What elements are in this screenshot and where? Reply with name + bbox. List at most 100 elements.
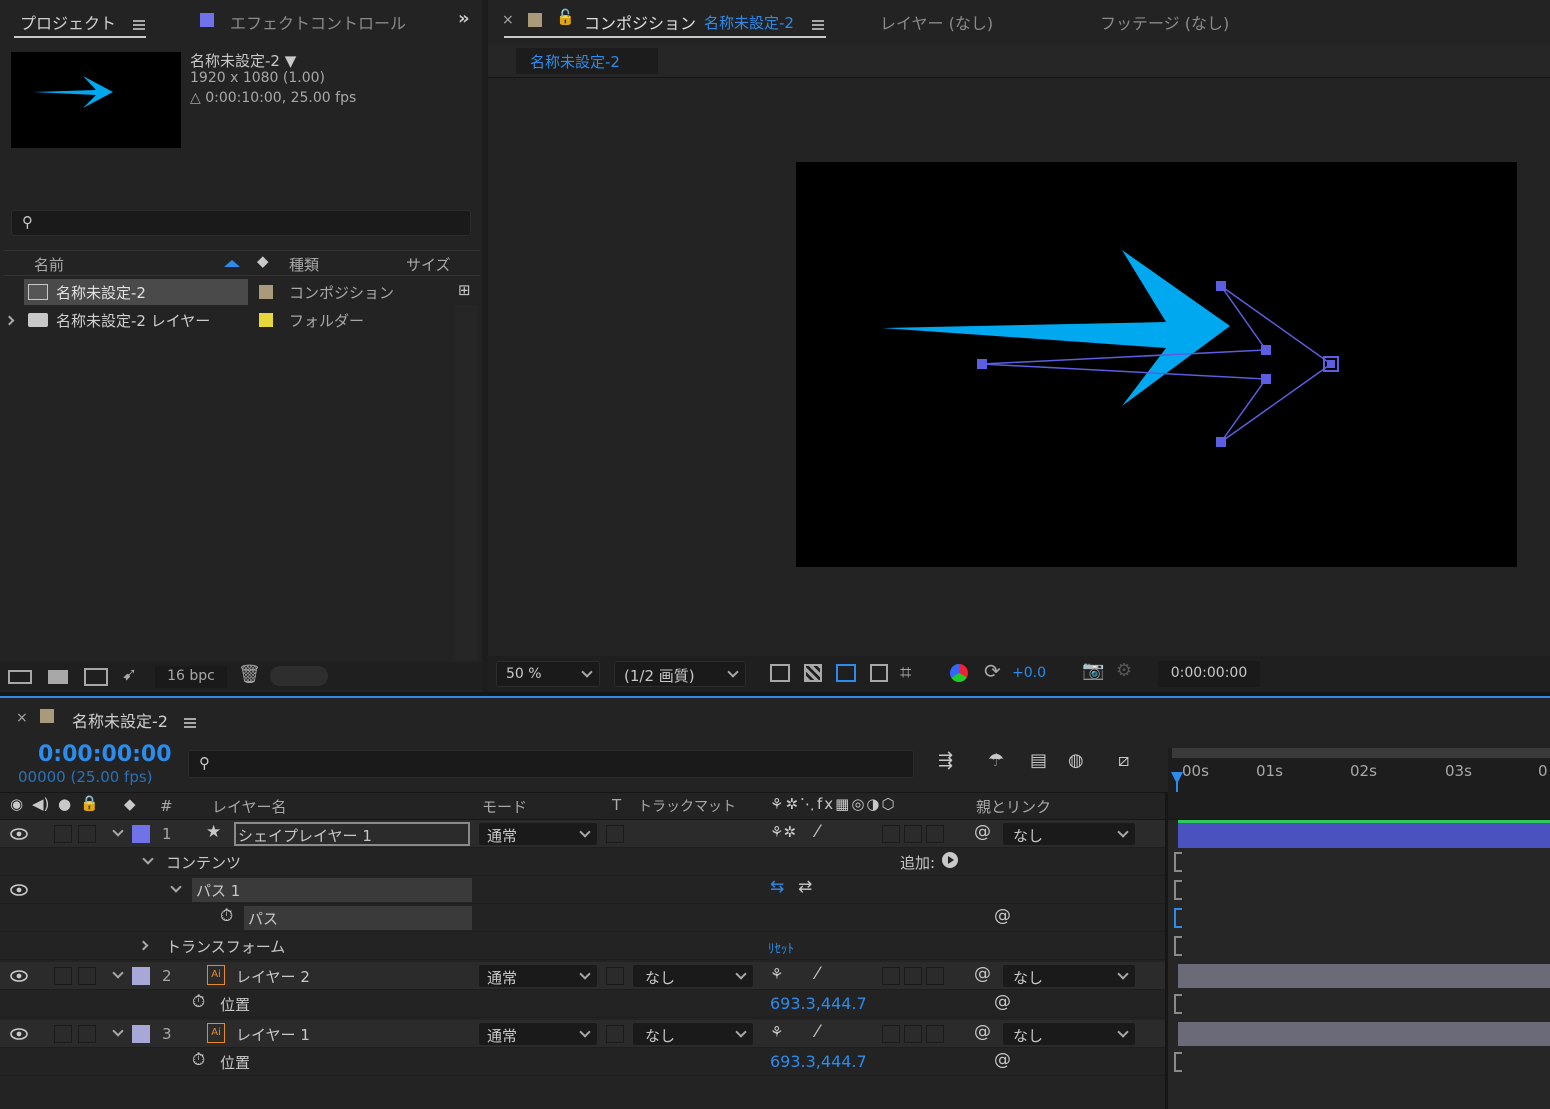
layer-row-2[interactable]: 2 Ai レイヤー 2 通常 なし ⚘ ⁄ @ なし (0, 962, 1165, 990)
motion-blur-icon[interactable]: ◍ (1068, 750, 1084, 771)
position-value[interactable]: 693.3,444.7 (770, 994, 867, 1013)
col-layer-name[interactable]: レイヤー名 (212, 796, 287, 817)
layer-label-color[interactable] (132, 825, 150, 843)
expand-chevron-icon[interactable] (112, 967, 124, 979)
transform-row[interactable]: トランスフォーム ﾘｾｯﾄ (0, 932, 1165, 960)
solo-icon[interactable]: ● (58, 795, 71, 813)
pickwhip-icon[interactable]: @ (994, 1050, 1011, 1070)
project-menu-icon[interactable] (133, 20, 145, 30)
audio-icon[interactable]: ◀) (32, 795, 49, 813)
interpret-footage-icon[interactable] (8, 670, 32, 684)
pickwhip-icon[interactable]: @ (994, 992, 1011, 1012)
frame-blending-icon[interactable]: ▤ (1030, 750, 1047, 771)
shape-arrow-graphic[interactable] (796, 162, 1517, 567)
fast-preview-icon[interactable] (770, 664, 790, 682)
shy-switch-icon[interactable]: ⚘ (770, 965, 783, 983)
fx-switch[interactable] (882, 825, 900, 843)
quality-switch-icon[interactable]: ⁄ (816, 1022, 819, 1042)
solo-toggle[interactable] (54, 1025, 72, 1043)
shy-switch-icon[interactable]: ⚘✲ (770, 823, 796, 841)
col-type[interactable]: 種類 (289, 254, 319, 275)
eye-icon[interactable] (10, 828, 28, 840)
expand-chevron-icon[interactable] (112, 1025, 124, 1037)
tab-footage[interactable]: フッテージ (なし) (1100, 10, 1229, 34)
frame-blend-switch[interactable] (904, 967, 922, 985)
video-visibility-icon[interactable]: ◉ (10, 795, 23, 813)
exposure-value[interactable]: +0.0 (1012, 665, 1046, 681)
stopwatch-icon[interactable]: ⏱ (192, 992, 205, 1012)
col-name[interactable]: 名前 (34, 254, 64, 275)
channel-icon[interactable] (950, 664, 968, 682)
motion-blur-switch[interactable] (926, 825, 944, 843)
eye-icon[interactable] (10, 970, 28, 982)
exposure-reset-icon[interactable]: ⟳ (984, 659, 1001, 683)
solo-toggle[interactable] (54, 967, 72, 985)
project-item-comp[interactable]: 名称未設定-2 コンポジション ⊞ (4, 279, 480, 305)
flowchart-icon[interactable]: ⊞ (458, 281, 471, 299)
frame-blend-switch[interactable] (904, 1025, 922, 1043)
expand-chevron-icon[interactable] (112, 825, 124, 837)
region-of-interest-icon[interactable] (870, 664, 888, 682)
current-timecode[interactable]: 0:00:00:00 (38, 742, 172, 767)
path1-label[interactable]: パス 1 (192, 878, 472, 902)
project-search-input[interactable]: ⚲ (11, 210, 471, 236)
lock-toggle[interactable] (78, 967, 96, 985)
timeline-menu-icon[interactable] (184, 718, 196, 728)
layer-2-duration-bar[interactable] (1178, 964, 1550, 988)
motion-blur-switch[interactable] (926, 1025, 944, 1043)
layer-name-field[interactable]: シェイプレイヤー 1 (234, 822, 470, 846)
add-menu-icon[interactable] (942, 852, 958, 868)
transparency-grid-icon[interactable] (804, 664, 822, 682)
render-icon[interactable]: ➹ (122, 664, 137, 685)
project-list-scrollbar[interactable] (455, 305, 477, 660)
graph-editor-icon[interactable]: ⧄ (1118, 750, 1129, 771)
lock-toggle[interactable] (78, 1025, 96, 1043)
pickwhip-icon[interactable]: @ (994, 906, 1011, 926)
pickwhip-icon[interactable]: @ (974, 822, 991, 842)
work-area-bar[interactable] (1172, 748, 1550, 758)
expand-chevron-icon[interactable] (138, 940, 149, 951)
panel-overflow-icon[interactable]: » (458, 8, 470, 29)
zoom-dropdown[interactable]: 50 % (496, 661, 600, 687)
transform-reset-link[interactable]: ﾘｾｯﾄ (768, 938, 794, 957)
new-comp-icon[interactable] (84, 668, 108, 686)
mode-dropdown[interactable]: 通常 (478, 964, 598, 988)
layer-name[interactable]: レイヤー 2 (236, 966, 310, 987)
snapshot-camera-icon[interactable]: 📷 (1082, 660, 1104, 681)
tab-effects-controls[interactable]: エフェクトコントロール (230, 10, 422, 34)
path-label[interactable]: パス (244, 906, 472, 930)
position-value[interactable]: 693.3,444.7 (770, 1052, 867, 1071)
project-item-folder[interactable]: 名称未設定-2 レイヤー フォルダー (4, 307, 480, 333)
fx-switch[interactable] (882, 1025, 900, 1043)
quality-switch-icon[interactable]: ⁄ (816, 822, 819, 842)
stopwatch-icon[interactable]: ⏱ (192, 1050, 205, 1070)
comp-name[interactable]: 名称未設定-2 ▼ (190, 50, 296, 71)
tab-comp-name[interactable]: 名称未設定-2 (704, 12, 794, 33)
timeline-splitter[interactable] (1165, 792, 1168, 1109)
close-icon[interactable]: × (16, 710, 28, 726)
layer-3-position-row[interactable]: ⏱ 位置 693.3,444.7 @ (0, 1048, 1165, 1076)
time-ruler[interactable]: 00s 01s 02s 03s 0 (1168, 748, 1550, 792)
expand-chevron-icon[interactable] (170, 881, 182, 893)
comp-flowchart-icon[interactable]: ⇶ (938, 750, 953, 771)
mode-dropdown[interactable]: 通常 (478, 1022, 598, 1046)
comp-canvas[interactable] (796, 162, 1517, 567)
trash-icon[interactable]: 🗑 (238, 664, 261, 685)
path-direction-reverse-icon[interactable]: ⇄ (798, 877, 812, 897)
lock-toggle[interactable] (78, 825, 96, 843)
preserve-transparency-toggle[interactable] (606, 967, 624, 985)
parent-dropdown[interactable]: なし (1002, 964, 1136, 988)
new-folder-icon[interactable] (48, 670, 68, 684)
trackmatte-dropdown[interactable]: なし (632, 1022, 754, 1046)
comp-subtab[interactable]: 名称未設定-2 (516, 48, 658, 74)
path-row[interactable]: ⏱ パス @ (0, 904, 1165, 932)
comp-viewer[interactable] (488, 80, 1550, 654)
solo-toggle[interactable] (54, 825, 72, 843)
pickwhip-icon[interactable]: @ (974, 1022, 991, 1042)
pickwhip-icon[interactable]: @ (974, 964, 991, 984)
layer-label-color[interactable] (132, 967, 150, 985)
layer-name[interactable]: レイヤー 1 (236, 1024, 310, 1045)
contents-row[interactable]: コンテンツ 追加: (0, 848, 1165, 876)
bpc-toggle[interactable]: 16 bpc (155, 666, 227, 688)
trackmatte-dropdown[interactable]: なし (632, 964, 754, 988)
